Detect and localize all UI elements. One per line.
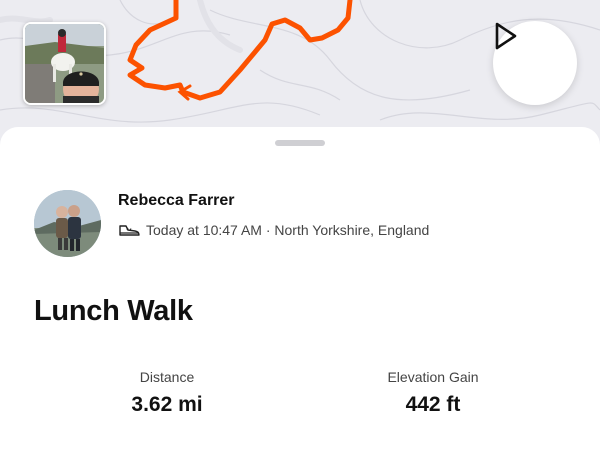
athlete-name[interactable]: Rebecca Farrer: [118, 192, 235, 210]
activity-time-location: Today at 10:47 AM · North Yorkshire, Eng…: [146, 222, 430, 238]
stat-value: 3.62 mi: [131, 393, 203, 416]
couple-photo: [34, 190, 101, 257]
activity-meta: Today at 10:47 AM · North Yorkshire, Eng…: [118, 220, 429, 240]
map-photo-thumbnail[interactable]: [23, 22, 106, 105]
horse-rider-selfie-photo: [25, 24, 104, 103]
activity-title: Lunch Walk: [34, 295, 193, 327]
walking-shoe-icon: [119, 225, 140, 236]
stat-distance: Distance 3.62 mi: [67, 369, 267, 417]
activity-sheet: Rebecca Farrer Today at 10:47 AM · North…: [0, 127, 600, 450]
stat-label: Elevation Gain: [387, 369, 479, 385]
play-replay-button[interactable]: [493, 21, 577, 105]
stat-value: 442 ft: [405, 393, 461, 416]
stat-label: Distance: [139, 369, 195, 385]
play-icon: [495, 22, 517, 50]
sheet-drag-handle[interactable]: [275, 140, 325, 146]
avatar[interactable]: [34, 190, 101, 257]
stat-elevation-gain: Elevation Gain 442 ft: [333, 369, 533, 417]
